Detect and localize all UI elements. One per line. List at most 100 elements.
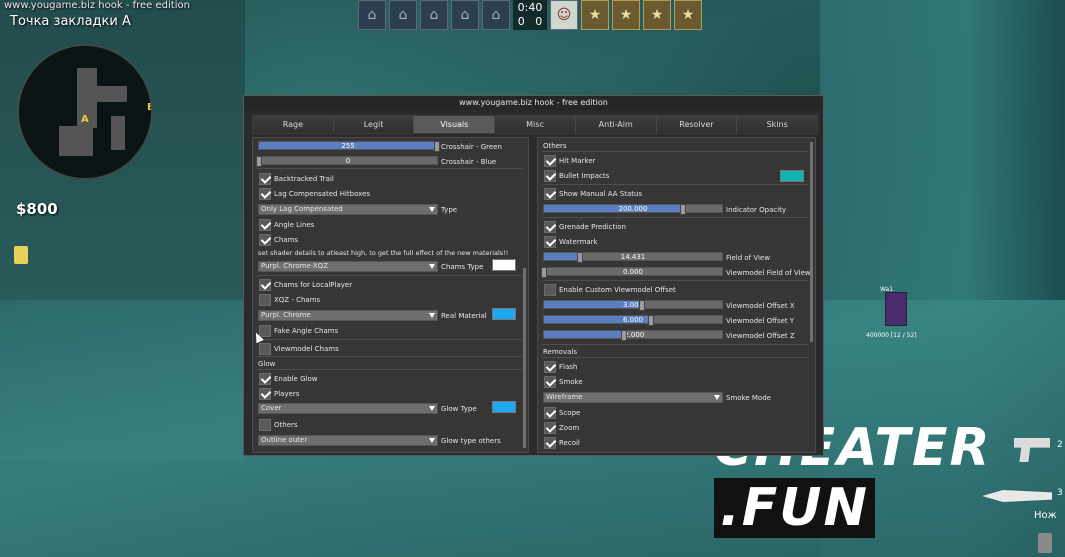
tab-visuals[interactable]: Visuals (414, 116, 496, 133)
slider-knob[interactable] (621, 330, 628, 341)
radar-a-label: A (81, 114, 89, 125)
fake-angle-chams-label: Fake Angle Chams (274, 327, 339, 335)
real-material-value: Purpl. Chrome (261, 311, 311, 319)
custom-viewmodel-offset-checkbox[interactable] (544, 284, 556, 296)
watermark-checkbox[interactable] (544, 236, 556, 248)
type-value: Only Lag Compensated (261, 205, 343, 213)
glow-others-value: Outline outer (261, 436, 308, 444)
indicator-opacity-slider[interactable]: 200.000 (543, 204, 723, 215)
menu-title[interactable]: www.yougame.biz hook - free edition (244, 96, 823, 110)
left-scrollbar[interactable] (523, 268, 526, 448)
glow-section-title: Glow (258, 360, 276, 368)
glow-type-others-dropdown[interactable]: Outline outer (258, 435, 438, 446)
t-avatar-icon: ★ (612, 0, 640, 30)
tab-skins[interactable]: Skins (737, 116, 818, 133)
slider-value: 255 (341, 142, 355, 150)
viewmodel-offset-z-slider[interactable]: -2.000 (543, 330, 723, 341)
slider-knob[interactable] (576, 252, 583, 263)
slider-value: -2.000 (621, 331, 645, 339)
bullet-impacts-checkbox[interactable] (544, 170, 556, 182)
scope-label: Scope (559, 409, 581, 417)
players-checkbox[interactable] (259, 388, 271, 400)
viewmodel-offset-x-label: Viewmodel Offset X (726, 302, 795, 310)
chams-localplayer-checkbox[interactable] (259, 279, 271, 291)
slot-knife: 3 (1057, 488, 1063, 498)
slider-value: 3.000 (622, 301, 644, 309)
lag-comp-checkbox[interactable] (259, 188, 271, 200)
tab-misc[interactable]: Misc (495, 116, 576, 133)
glow-type-color-swatch[interactable] (492, 401, 516, 413)
slot-gun: 2 (1057, 440, 1063, 450)
scope-checkbox[interactable] (544, 407, 556, 419)
fov-slider[interactable]: 14.431 (543, 252, 723, 263)
enable-glow-label: Enable Glow (274, 375, 318, 383)
xqz-chams-checkbox[interactable] (259, 294, 271, 306)
enable-glow-checkbox[interactable] (259, 373, 271, 385)
xqz-chams-label: XQZ - Chams (274, 296, 321, 304)
score-row: 0 0 (513, 15, 547, 29)
shader-note: set shader details to atleast high, to g… (258, 249, 509, 257)
viewmodel-chams-label: Viewmodel Chams (274, 345, 339, 353)
radar: B A (17, 44, 153, 180)
backtracked-trail-label: Backtracked Trail (274, 175, 334, 183)
slider-knob[interactable] (256, 156, 262, 167)
t-avatar-icon: ★ (674, 0, 702, 30)
right-scrollbar[interactable] (810, 142, 813, 342)
ct-avatar-icon: ⌂ (482, 0, 510, 30)
tab-rage[interactable]: Rage (253, 116, 334, 133)
recoil-checkbox[interactable] (544, 437, 556, 449)
chams-type-label: Chams Type (441, 263, 484, 271)
crosshair-blue-label: Crosshair - Blue (441, 158, 497, 166)
zoom-checkbox[interactable] (544, 422, 556, 434)
chams-type-color-swatch[interactable] (492, 259, 516, 271)
slider-value: 200.000 (618, 205, 648, 213)
money: $800 (16, 200, 58, 218)
divider (257, 356, 523, 357)
viewmodel-offset-z-label: Viewmodel Offset Z (726, 332, 795, 340)
angle-lines-checkbox[interactable] (259, 219, 271, 231)
score-ct: 0 (517, 15, 525, 28)
cheat-menu-window[interactable]: www.yougame.biz hook - free edition Rage… (243, 95, 824, 456)
real-material-dropdown[interactable]: Purpl. Chrome (258, 310, 438, 321)
hit-marker-checkbox[interactable] (544, 155, 556, 167)
glow-type-dropdown[interactable]: Cover (258, 403, 438, 414)
player-model (885, 292, 907, 326)
divider (542, 151, 808, 152)
smoke-mode-value: Wireframe (546, 393, 583, 401)
tab-anti-aim[interactable]: Anti-Aim (575, 116, 657, 133)
viewmodel-chams-checkbox[interactable] (259, 343, 271, 355)
glow-type-others-label: Glow type others (441, 437, 501, 445)
backtracked-trail-checkbox[interactable] (259, 173, 271, 185)
players-label: Players (274, 390, 300, 398)
real-material-color-swatch[interactable] (492, 308, 516, 320)
smoke-mode-dropdown[interactable]: Wireframe (543, 392, 723, 403)
visuals-right-panel: Others Hit Marker Bullet Impacts Show Ma… (537, 137, 816, 453)
viewmodel-fov-slider[interactable]: 0.000 (541, 267, 723, 278)
others-glow-checkbox[interactable] (259, 419, 271, 431)
viewmodel-offset-x-slider[interactable]: 3.000 (543, 300, 723, 311)
radar-b-label: B (147, 102, 151, 113)
crosshair-green-slider[interactable]: 255 (258, 141, 440, 152)
slider-knob[interactable] (434, 141, 440, 152)
chams-type-dropdown[interactable]: Purpl. Chrome-XQZ (258, 261, 438, 272)
slider-knob[interactable] (679, 204, 686, 215)
crosshair-blue-slider[interactable]: 0 (256, 156, 438, 167)
type-dropdown[interactable]: Only Lag Compensated (258, 204, 438, 215)
flash-checkbox[interactable] (544, 361, 556, 373)
tab-resolver[interactable]: Resolver (656, 116, 738, 133)
ct-avatar-icon: ⌂ (451, 0, 479, 30)
manual-aa-checkbox[interactable] (544, 188, 556, 200)
smoke-checkbox[interactable] (544, 376, 556, 388)
chams-checkbox[interactable] (259, 234, 271, 246)
others-glow-label: Others (274, 421, 298, 429)
recoil-label: Recoil (559, 439, 580, 447)
slider-knob[interactable] (638, 300, 645, 311)
slider-knob[interactable] (541, 267, 547, 278)
slider-knob[interactable] (647, 315, 654, 326)
viewmodel-offset-y-slider[interactable]: 6.000 (543, 315, 723, 326)
angle-lines-label: Angle Lines (274, 221, 315, 229)
tab-legit[interactable]: Legit (333, 116, 415, 133)
divider (542, 217, 808, 218)
grenade-prediction-checkbox[interactable] (544, 221, 556, 233)
bullet-impacts-color-swatch[interactable] (780, 170, 804, 182)
